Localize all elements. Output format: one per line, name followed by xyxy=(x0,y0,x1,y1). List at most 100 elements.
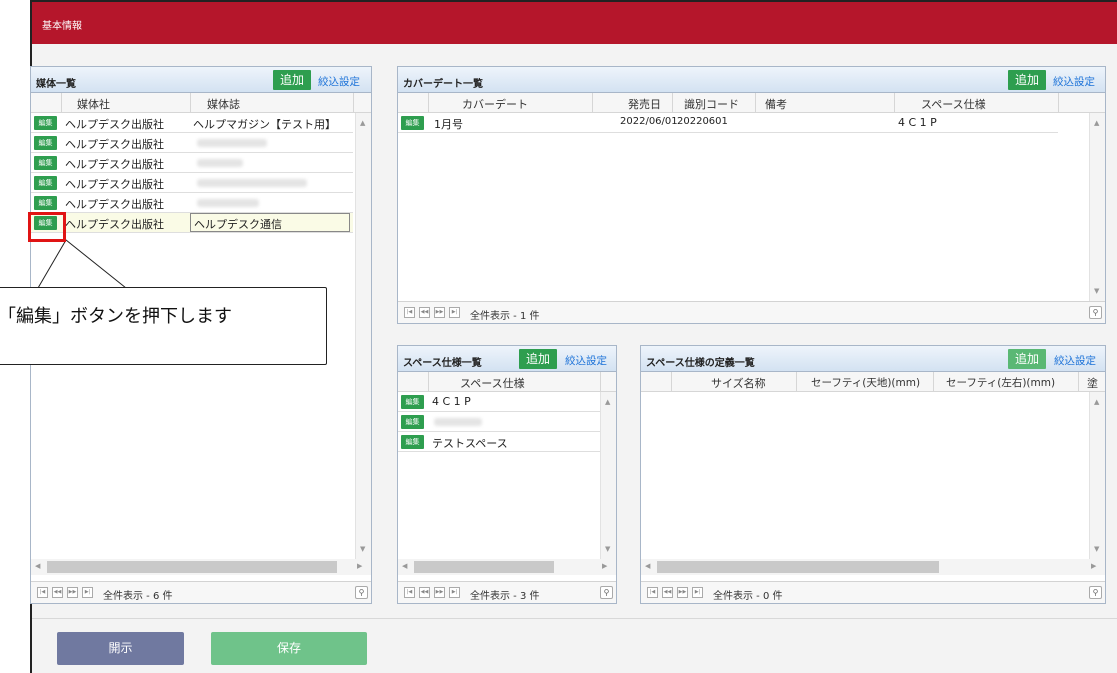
scroll-left-icon[interactable]: ◀ xyxy=(402,562,407,570)
edit-button[interactable]: 編集 xyxy=(34,196,57,210)
scroll-right-icon[interactable]: ▶ xyxy=(602,562,607,570)
media-add-button[interactable]: 追加 xyxy=(273,70,312,90)
cover-date-title: カバーデート一覧 xyxy=(403,79,483,90)
spacedef-add-button[interactable]: 追加 xyxy=(1008,349,1047,369)
table-row[interactable]: 編集 テストスペース xyxy=(398,432,600,452)
next-page-icon[interactable]: ▶▶ xyxy=(434,307,445,318)
scroll-down-icon[interactable]: ▼ xyxy=(1094,287,1099,295)
lightbulb-icon[interactable]: ⚲ xyxy=(1089,306,1102,319)
cover-col-space[interactable]: スペース仕様 xyxy=(921,96,986,112)
table-row[interactable]: 編集 ヘルプデスク出版社 xyxy=(31,193,353,213)
edit-button[interactable]: 編集 xyxy=(34,116,57,130)
media-horizontal-scrollbar[interactable]: ◀ ▶ xyxy=(31,559,371,575)
publisher-cell: ヘルプデスク出版社 xyxy=(65,198,164,211)
first-page-icon[interactable]: |◀ xyxy=(404,587,415,598)
cover-table-header: カバーデート 発売日 識別コード 備考 スペース仕様 xyxy=(398,93,1105,113)
edit-button[interactable]: 編集 xyxy=(34,176,57,190)
column-divider xyxy=(672,93,673,112)
cover-pager: |◀ ◀◀ ▶▶ ▶| 全件表示 - 1 件 ⚲ xyxy=(398,301,1105,323)
redacted-cell xyxy=(434,418,482,426)
table-row[interactable]: 編集 4 C 1 P xyxy=(398,392,600,412)
scroll-left-icon[interactable]: ◀ xyxy=(645,562,650,570)
next-page-icon[interactable]: ▶▶ xyxy=(677,587,688,598)
space-spec-panel: スペース仕様一覧 追加 絞込設定 スペース仕様 編集 4 C 1 P 編集 編集テ… xyxy=(397,345,617,604)
last-page-icon[interactable]: ▶| xyxy=(692,587,703,598)
column-divider xyxy=(428,372,429,391)
first-page-icon[interactable]: |◀ xyxy=(404,307,415,318)
scroll-up-icon[interactable]: ▲ xyxy=(1094,119,1099,127)
cover-col-note[interactable]: 備考 xyxy=(765,96,787,112)
media-list-title: 媒体一覧 xyxy=(36,79,76,90)
scroll-down-icon[interactable]: ▼ xyxy=(360,545,365,553)
scroll-up-icon[interactable]: ▲ xyxy=(605,398,610,406)
cover-col-release[interactable]: 発売日 xyxy=(628,96,661,112)
cover-col-date[interactable]: カバーデート xyxy=(462,96,528,112)
edit-button[interactable]: 編集 xyxy=(401,435,424,449)
next-page-icon[interactable]: ▶▶ xyxy=(67,587,78,598)
table-row[interactable]: 編集 ヘルプデスク出版社 xyxy=(31,173,353,193)
media-filter-link[interactable]: 絞込設定 xyxy=(318,74,360,89)
space-vertical-scrollbar[interactable]: ▲ ▼ xyxy=(600,392,616,559)
lightbulb-icon[interactable]: ⚲ xyxy=(600,586,613,599)
open-button[interactable]: 開示 xyxy=(57,632,184,665)
edit-button[interactable]: 編集 xyxy=(34,136,57,150)
spacedef-col-fill[interactable]: 塗り xyxy=(1087,375,1105,391)
spacedef-col-safety-horizontal[interactable]: セーフティ(左右)(mm) xyxy=(946,375,1055,390)
scroll-up-icon[interactable]: ▲ xyxy=(360,119,365,127)
media-col-publisher[interactable]: 媒体社 xyxy=(77,96,110,112)
scroll-thumb[interactable] xyxy=(657,561,939,573)
edit-button[interactable]: 編集 xyxy=(34,156,57,170)
scroll-thumb[interactable] xyxy=(47,561,337,573)
scroll-left-icon[interactable]: ◀ xyxy=(35,562,40,570)
prev-page-icon[interactable]: ◀◀ xyxy=(419,307,430,318)
prev-page-icon[interactable]: ◀◀ xyxy=(662,587,673,598)
space-add-button[interactable]: 追加 xyxy=(519,349,558,369)
cover-filter-link[interactable]: 絞込設定 xyxy=(1053,74,1095,89)
scroll-down-icon[interactable]: ▼ xyxy=(1094,545,1099,553)
table-row[interactable]: 編集 ヘルプデスク出版社 xyxy=(31,133,353,153)
prev-page-icon[interactable]: ◀◀ xyxy=(419,587,430,598)
spacedef-horizontal-scrollbar[interactable]: ◀ ▶ xyxy=(641,559,1105,575)
cover-add-button[interactable]: 追加 xyxy=(1008,70,1047,90)
space-spec-title: スペース仕様一覧 xyxy=(403,358,482,369)
last-page-icon[interactable]: ▶| xyxy=(449,587,460,598)
table-row[interactable]: 編集 xyxy=(398,412,600,432)
app-stage: 基本情報 媒体一覧 追加 絞込設定 媒体社 媒体誌 編集 ヘルプデスク出版社 ヘルプ… xyxy=(0,0,1117,673)
next-page-icon[interactable]: ▶▶ xyxy=(434,587,445,598)
prev-page-icon[interactable]: ◀◀ xyxy=(52,587,63,598)
spacedef-col-safety-vertical[interactable]: セーフティ(天地)(mm) xyxy=(811,375,920,390)
scroll-right-icon[interactable]: ▶ xyxy=(357,562,362,570)
edit-button[interactable]: 編集 xyxy=(401,415,424,429)
scroll-thumb[interactable] xyxy=(414,561,554,573)
edit-button[interactable]: 編集 xyxy=(401,395,424,409)
media-vertical-scrollbar[interactable]: ▲ ▼ xyxy=(355,113,371,559)
space-horizontal-scrollbar[interactable]: ◀ ▶ xyxy=(398,559,616,575)
last-page-icon[interactable]: ▶| xyxy=(449,307,460,318)
spacedef-vertical-scrollbar[interactable]: ▲ ▼ xyxy=(1089,392,1105,559)
table-row[interactable]: 編集 ヘルプデスク出版社 ヘルプマガジン【テスト用】 xyxy=(31,113,353,133)
scroll-right-icon[interactable]: ▶ xyxy=(1091,562,1096,570)
scroll-up-icon[interactable]: ▲ xyxy=(1094,398,1099,406)
media-pager: |◀ ◀◀ ▶▶ ▶| 全件表示 - 6 件 ⚲ xyxy=(31,581,371,603)
media-col-magazine[interactable]: 媒体誌 xyxy=(207,96,240,112)
section-title: 基本情報 xyxy=(42,21,82,32)
column-divider xyxy=(190,93,191,112)
edit-button[interactable]: 編集 xyxy=(401,116,424,130)
cover-vertical-scrollbar[interactable]: ▲ ▼ xyxy=(1089,113,1105,301)
space-filter-link[interactable]: 絞込設定 xyxy=(565,353,607,368)
scroll-down-icon[interactable]: ▼ xyxy=(605,545,610,553)
spacedef-filter-link[interactable]: 絞込設定 xyxy=(1054,353,1096,368)
last-page-icon[interactable]: ▶| xyxy=(82,587,93,598)
first-page-icon[interactable]: |◀ xyxy=(647,587,658,598)
table-row[interactable]: 編集 ヘルプデスク出版社 xyxy=(31,153,353,173)
first-page-icon[interactable]: |◀ xyxy=(37,587,48,598)
save-button[interactable]: 保存 xyxy=(211,632,367,665)
space-col-name[interactable]: スペース仕様 xyxy=(460,375,525,391)
spacedef-col-size-name[interactable]: サイズ名称 xyxy=(711,375,766,391)
column-divider xyxy=(61,93,62,112)
lightbulb-icon[interactable]: ⚲ xyxy=(1089,586,1102,599)
table-row[interactable]: 編集 1月号 2022/06/01 20220601 4 C 1 P xyxy=(398,113,1058,133)
cover-col-code[interactable]: 識別コード xyxy=(684,96,739,112)
lightbulb-icon[interactable]: ⚲ xyxy=(355,586,368,599)
publisher-cell: ヘルプデスク出版社 xyxy=(65,178,164,191)
